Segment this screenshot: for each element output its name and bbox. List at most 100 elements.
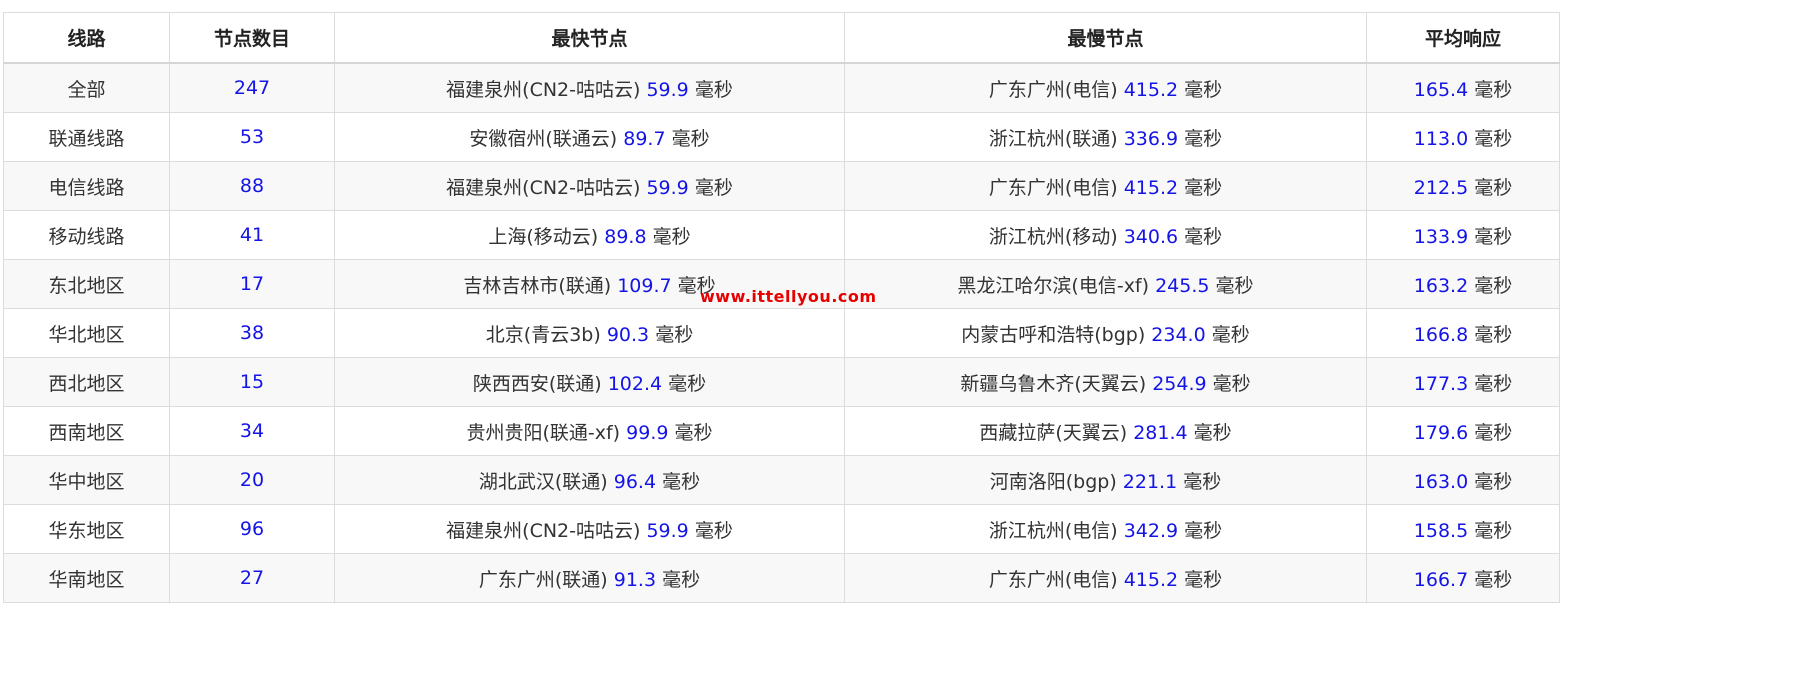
slowest-node-name: 广东广州(电信) <box>988 78 1118 101</box>
slowest-node-cell: 黑龙江哈尔滨(电信-xf) 245.5 毫秒 <box>844 259 1367 309</box>
fastest-node-name: 北京(青云3b) <box>485 323 601 346</box>
fastest-node-latency: 109.7 <box>617 274 672 297</box>
slowest-node-cell: 浙江杭州(电信) 342.9 毫秒 <box>844 504 1367 554</box>
slowest-node-latency: 281.4 <box>1133 421 1188 444</box>
average-response-cell: 158.5 毫秒 <box>1366 504 1560 554</box>
latency-unit: 毫秒 <box>1474 421 1513 444</box>
slowest-node-cell: 浙江杭州(移动) 340.6 毫秒 <box>844 210 1367 260</box>
table-row: 西南地区 34 贵州贵阳(联通-xf) 99.9 毫秒 西藏拉萨(天翼云) 281.4… <box>3 406 1560 456</box>
average-response-cell: 166.7 毫秒 <box>1366 553 1560 603</box>
node-count-cell: 15 <box>169 357 335 407</box>
fastest-node-name: 湖北武汉(联通) <box>478 470 608 493</box>
slowest-node-latency: 342.9 <box>1123 519 1179 542</box>
average-response-cell: 166.8 毫秒 <box>1366 308 1560 358</box>
table-row: 联通线路 53 安徽宿州(联通云) 89.7 毫秒 浙江杭州(联通) 336.9 毫秒… <box>3 112 1560 162</box>
fastest-node-cell: 广东广州(联通) 91.3 毫秒 <box>334 553 845 603</box>
average-response-cell: 179.6 毫秒 <box>1366 406 1560 456</box>
route-cell: 华中地区 <box>3 455 170 505</box>
slowest-node-latency: 415.2 <box>1123 176 1179 199</box>
route-cell: 华北地区 <box>3 308 170 358</box>
latency-unit: 毫秒 <box>1474 274 1513 297</box>
slowest-node-latency: 415.2 <box>1123 568 1179 591</box>
route-cell: 东北地区 <box>3 259 170 309</box>
slowest-node-latency: 234.0 <box>1151 323 1206 346</box>
average-latency: 158.5 <box>1413 519 1469 542</box>
average-latency: 212.5 <box>1413 176 1469 199</box>
average-response-cell: 113.0 毫秒 <box>1366 112 1560 162</box>
fastest-node-name: 福建泉州(CN2-咕咕云) <box>446 176 641 199</box>
average-latency: 163.2 <box>1413 274 1469 297</box>
slowest-node-cell: 广东广州(电信) 415.2 毫秒 <box>844 62 1367 113</box>
slowest-node-name: 河南洛阳(bgp) <box>989 470 1117 493</box>
table-row: 西北地区 15 陕西西安(联通) 102.4 毫秒 新疆乌鲁木齐(天翼云) 254.9… <box>3 357 1560 407</box>
average-response-cell: 177.3 毫秒 <box>1366 357 1560 407</box>
latency-unit: 毫秒 <box>694 78 733 101</box>
average-response-cell: 133.9 毫秒 <box>1366 210 1560 260</box>
slowest-node-cell: 西藏拉萨(天翼云) 281.4 毫秒 <box>844 406 1367 456</box>
table-body: 全部 247 福建泉州(CN2-咕咕云) 59.9 毫秒 广东广州(电信) 415.2… <box>3 62 1560 603</box>
fastest-node-cell: 福建泉州(CN2-咕咕云) 59.9 毫秒 <box>334 504 845 554</box>
slowest-node-name: 广东广州(电信) <box>988 568 1118 591</box>
average-latency: 113.0 <box>1413 127 1469 150</box>
slowest-node-name: 广东广州(电信) <box>988 176 1118 199</box>
average-latency: 133.9 <box>1413 225 1469 248</box>
latency-unit: 毫秒 <box>1211 323 1250 346</box>
fastest-node-name: 福建泉州(CN2-咕咕云) <box>446 78 641 101</box>
table-row: 电信线路 88 福建泉州(CN2-咕咕云) 59.9 毫秒 广东广州(电信) 415.… <box>3 161 1560 211</box>
latency-unit: 毫秒 <box>655 323 694 346</box>
fastest-node-cell: 上海(移动云) 89.8 毫秒 <box>334 210 845 260</box>
latency-unit: 毫秒 <box>1474 372 1513 395</box>
latency-unit: 毫秒 <box>652 225 691 248</box>
slowest-node-name: 浙江杭州(电信) <box>988 519 1118 542</box>
average-latency: 165.4 <box>1413 78 1469 101</box>
fastest-node-name: 贵州贵阳(联通-xf) <box>466 421 621 444</box>
fastest-node-cell: 北京(青云3b) 90.3 毫秒 <box>334 308 845 358</box>
average-latency: 179.6 <box>1413 421 1469 444</box>
header-slowest-node: 最慢节点 <box>844 12 1367 64</box>
route-cell: 移动线路 <box>3 210 170 260</box>
slowest-node-name: 新疆乌鲁木齐(天翼云) <box>960 372 1147 395</box>
watermark-text: www.ittellyou.com <box>700 287 877 306</box>
slowest-node-cell: 新疆乌鲁木齐(天翼云) 254.9 毫秒 <box>844 357 1367 407</box>
route-cell: 西南地区 <box>3 406 170 456</box>
node-count-cell: 20 <box>169 455 335 505</box>
node-count-cell: 41 <box>169 210 335 260</box>
table-row: 华北地区 38 北京(青云3b) 90.3 毫秒 内蒙古呼和浩特(bgp) 234.0… <box>3 308 1560 358</box>
route-cell: 西北地区 <box>3 357 170 407</box>
route-cell: 全部 <box>3 62 170 113</box>
fastest-node-cell: 贵州贵阳(联通-xf) 99.9 毫秒 <box>334 406 845 456</box>
average-response-cell: 163.2 毫秒 <box>1366 259 1560 309</box>
average-response-cell: 165.4 毫秒 <box>1366 62 1560 113</box>
table-header-row: 线路 节点数目 最快节点 最慢节点 平均响应 <box>3 12 1560 64</box>
fastest-node-latency: 89.8 <box>604 225 647 248</box>
node-count-cell: 247 <box>169 62 335 113</box>
average-latency: 177.3 <box>1413 372 1469 395</box>
fastest-node-latency: 89.7 <box>623 127 666 150</box>
average-response-cell: 212.5 毫秒 <box>1366 161 1560 211</box>
average-latency: 163.0 <box>1413 470 1469 493</box>
header-fastest-node: 最快节点 <box>334 12 845 64</box>
latency-unit: 毫秒 <box>1474 519 1513 542</box>
latency-unit: 毫秒 <box>1183 470 1222 493</box>
latency-unit: 毫秒 <box>674 421 713 444</box>
latency-unit: 毫秒 <box>1474 470 1513 493</box>
fastest-node-latency: 102.4 <box>607 372 663 395</box>
slowest-node-cell: 广东广州(电信) 415.2 毫秒 <box>844 553 1367 603</box>
latency-unit: 毫秒 <box>671 127 710 150</box>
fastest-node-cell: 安徽宿州(联通云) 89.7 毫秒 <box>334 112 845 162</box>
fastest-node-name: 安徽宿州(联通云) <box>469 127 618 150</box>
latency-unit: 毫秒 <box>1184 568 1223 591</box>
slowest-node-cell: 广东广州(电信) 415.2 毫秒 <box>844 161 1367 211</box>
header-route: 线路 <box>3 12 170 64</box>
slowest-node-name: 浙江杭州(移动) <box>988 225 1118 248</box>
node-count-cell: 34 <box>169 406 335 456</box>
node-count-cell: 88 <box>169 161 335 211</box>
latency-unit: 毫秒 <box>1184 225 1223 248</box>
latency-unit: 毫秒 <box>1215 274 1254 297</box>
slowest-node-name: 西藏拉萨(天翼云) <box>979 421 1128 444</box>
results-table-container: 线路 节点数目 最快节点 最慢节点 平均响应 全部 247 福建泉州(CN2-咕咕云… <box>3 12 1560 603</box>
node-count-cell: 27 <box>169 553 335 603</box>
table-row: 华东地区 96 福建泉州(CN2-咕咕云) 59.9 毫秒 浙江杭州(电信) 342.… <box>3 504 1560 554</box>
latency-unit: 毫秒 <box>668 372 707 395</box>
table-row: 华南地区 27 广东广州(联通) 91.3 毫秒 广东广州(电信) 415.2 毫秒 1… <box>3 553 1560 603</box>
